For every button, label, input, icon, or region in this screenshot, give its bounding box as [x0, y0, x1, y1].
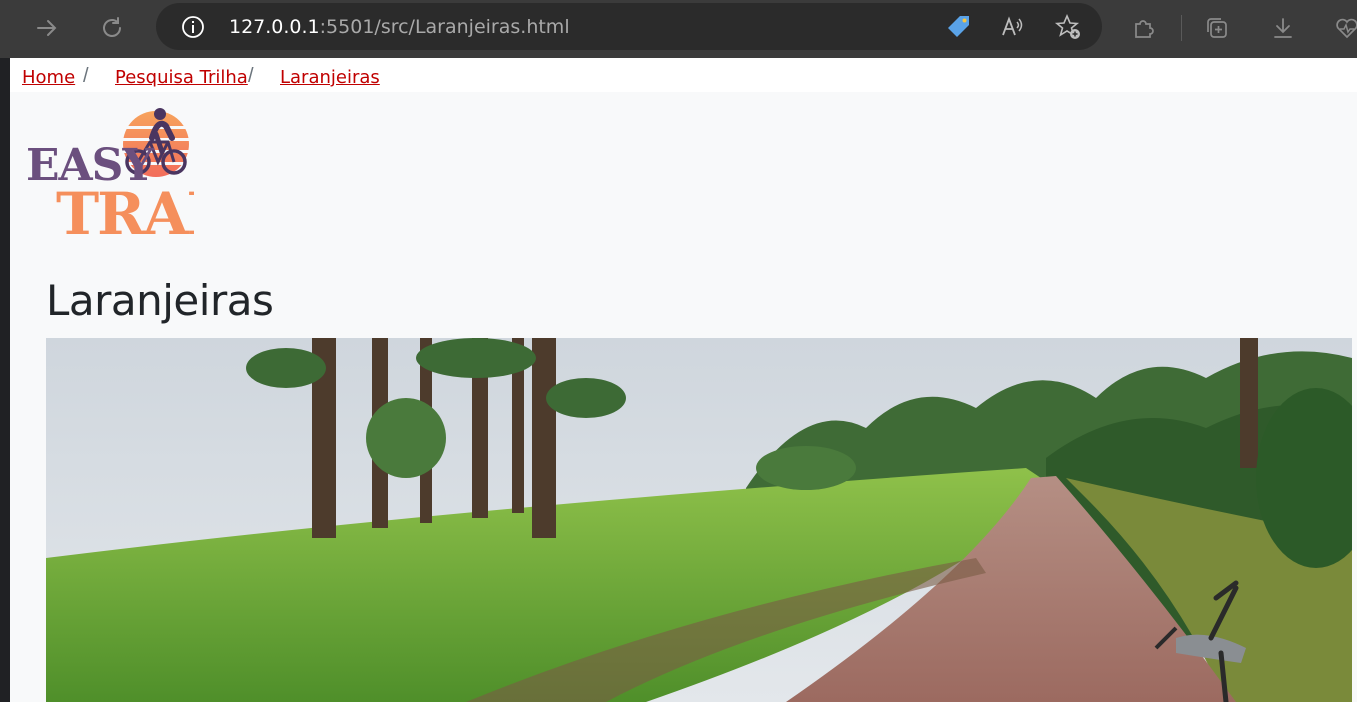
page-viewport: Home / Pesquisa Trilha / Laranjeiras EAS…	[10, 58, 1357, 702]
read-aloud-icon[interactable]	[998, 12, 1028, 42]
browser-toolbar: 127.0.0.1:5501/src/Laranjeiras.html	[0, 0, 1357, 58]
refresh-icon[interactable]	[92, 10, 132, 46]
favorites-add-icon[interactable]	[1053, 12, 1083, 42]
download-icon[interactable]	[1263, 10, 1303, 46]
toolbar-divider	[1181, 15, 1182, 41]
breadcrumb-separator: /	[83, 65, 89, 87]
breadcrumb-separator: /	[248, 65, 254, 87]
address-bar[interactable]: 127.0.0.1:5501/src/Laranjeiras.html	[156, 3, 1102, 50]
collections-icon[interactable]	[1197, 10, 1237, 46]
breadcrumb-current-link[interactable]: Laranjeiras	[280, 67, 380, 88]
info-icon[interactable]	[178, 12, 208, 42]
breadcrumb: Home / Pesquisa Trilha / Laranjeiras	[10, 58, 1357, 92]
url-text[interactable]: 127.0.0.1:5501/src/Laranjeiras.html	[229, 16, 570, 38]
breadcrumb-pesquisa-link[interactable]: Pesquisa Trilha	[115, 67, 248, 88]
tag-icon[interactable]	[944, 12, 974, 42]
svg-text:TRAIL: TRAIL	[56, 180, 194, 238]
easy-trail-logo[interactable]: EASY TRAIL	[26, 104, 194, 238]
breadcrumb-home-link[interactable]: Home	[22, 67, 75, 88]
forward-icon[interactable]	[27, 10, 67, 46]
heartbeat-icon[interactable]	[1327, 10, 1357, 46]
trail-landscape-image	[46, 338, 1352, 702]
page-title: Laranjeiras	[46, 276, 274, 325]
extensions-icon[interactable]	[1124, 10, 1164, 46]
